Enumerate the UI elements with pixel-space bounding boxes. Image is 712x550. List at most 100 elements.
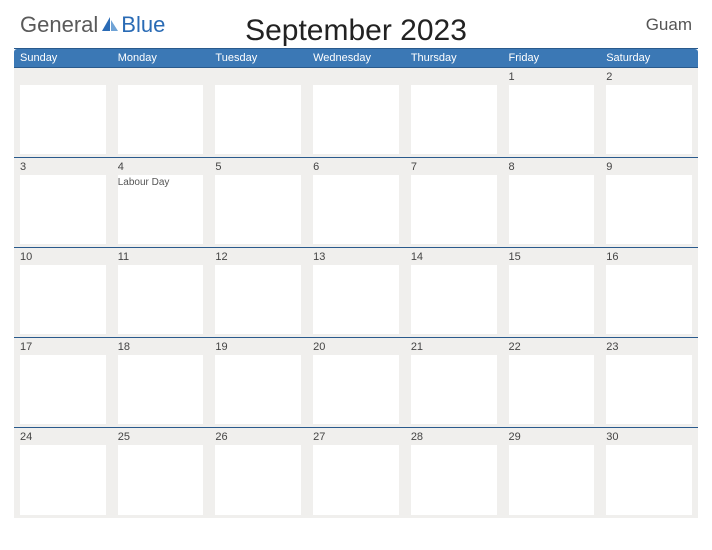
day-event	[411, 445, 497, 515]
day-header: Tuesday	[209, 49, 307, 68]
calendar-cell: 4Labour Day	[112, 158, 210, 248]
calendar-cell: 29	[503, 428, 601, 518]
day-number: 16	[606, 250, 692, 265]
day-event	[411, 265, 497, 334]
day-event	[606, 355, 692, 424]
day-event	[313, 175, 399, 244]
day-number: 2	[606, 70, 692, 85]
day-header: Saturday	[600, 49, 698, 68]
calendar-cell: 15	[503, 248, 601, 338]
calendar-cell: 28	[405, 428, 503, 518]
day-event	[411, 175, 497, 244]
day-event	[313, 445, 399, 515]
calendar-cell: .	[112, 68, 210, 158]
day-number: 23	[606, 340, 692, 355]
calendar-week: 24 25 26 27 28 29 30	[14, 428, 698, 518]
day-header: Wednesday	[307, 49, 405, 68]
day-event	[606, 265, 692, 334]
day-event	[215, 175, 301, 244]
day-number: 22	[509, 340, 595, 355]
day-event	[215, 445, 301, 515]
day-number: 18	[118, 340, 204, 355]
calendar-cell: 13	[307, 248, 405, 338]
day-event	[509, 85, 595, 154]
day-event	[313, 265, 399, 334]
day-event	[215, 85, 301, 154]
day-event	[509, 175, 595, 244]
day-event	[509, 265, 595, 334]
day-event	[20, 355, 106, 424]
calendar-cell: .	[14, 68, 112, 158]
day-header: Thursday	[405, 49, 503, 68]
region-label: Guam	[646, 15, 692, 35]
logo-text-blue: Blue	[121, 12, 165, 38]
day-number: 26	[215, 430, 301, 445]
day-number: 28	[411, 430, 497, 445]
day-number: 9	[606, 160, 692, 175]
day-event	[606, 445, 692, 515]
calendar-week: 34Labour Day56789	[14, 158, 698, 248]
calendar-cell: 6	[307, 158, 405, 248]
calendar-cell: 11	[112, 248, 210, 338]
day-event	[509, 445, 595, 515]
day-event	[215, 265, 301, 334]
calendar-cell: 12	[209, 248, 307, 338]
day-number: 5	[215, 160, 301, 175]
calendar-grid: Sunday Monday Tuesday Wednesday Thursday…	[14, 48, 698, 518]
day-event	[118, 265, 204, 334]
day-event	[411, 85, 497, 154]
calendar-cell: 5	[209, 158, 307, 248]
calendar-cell: 9	[600, 158, 698, 248]
calendar-cell: 27	[307, 428, 405, 518]
day-event	[20, 175, 106, 244]
calendar-week: 10 11 12 13 14 15 16	[14, 248, 698, 338]
day-number: 10	[20, 250, 106, 265]
day-number: 24	[20, 430, 106, 445]
calendar-cell: 17	[14, 338, 112, 428]
day-event	[215, 355, 301, 424]
day-event	[606, 175, 692, 244]
day-number: 12	[215, 250, 301, 265]
day-event	[118, 85, 204, 154]
day-header: Sunday	[14, 49, 112, 68]
day-number: 11	[118, 250, 204, 265]
day-event	[118, 445, 204, 515]
calendar-cell: 30	[600, 428, 698, 518]
day-number: 7	[411, 160, 497, 175]
day-number: 13	[313, 250, 399, 265]
day-event	[20, 265, 106, 334]
calendar-cell: 24	[14, 428, 112, 518]
day-header: Friday	[503, 49, 601, 68]
calendar-cell: 19	[209, 338, 307, 428]
day-number: 21	[411, 340, 497, 355]
calendar-cell: 20	[307, 338, 405, 428]
logo-text-general: General	[20, 12, 98, 38]
calendar-cell: .	[405, 68, 503, 158]
day-number: 4	[118, 160, 204, 175]
day-number: 14	[411, 250, 497, 265]
calendar-cell: 23	[600, 338, 698, 428]
calendar-cell: 25	[112, 428, 210, 518]
day-number: 30	[606, 430, 692, 445]
day-header: Monday	[112, 49, 210, 68]
day-number: 27	[313, 430, 399, 445]
day-number: 15	[509, 250, 595, 265]
calendar-cell: 22	[503, 338, 601, 428]
day-event: Labour Day	[118, 175, 204, 244]
day-number: 19	[215, 340, 301, 355]
day-event	[606, 85, 692, 154]
day-number: 8	[509, 160, 595, 175]
calendar-cell: 18	[112, 338, 210, 428]
day-number: 17	[20, 340, 106, 355]
calendar-cell: 2	[600, 68, 698, 158]
calendar-cell: .	[307, 68, 405, 158]
calendar-week: .....12	[14, 68, 698, 158]
day-event	[20, 85, 106, 154]
day-event	[313, 85, 399, 154]
day-number: 29	[509, 430, 595, 445]
brand-logo: General Blue	[20, 12, 165, 38]
day-number: 20	[313, 340, 399, 355]
calendar-cell: 8	[503, 158, 601, 248]
calendar-cell: .	[209, 68, 307, 158]
calendar-cell: 16	[600, 248, 698, 338]
